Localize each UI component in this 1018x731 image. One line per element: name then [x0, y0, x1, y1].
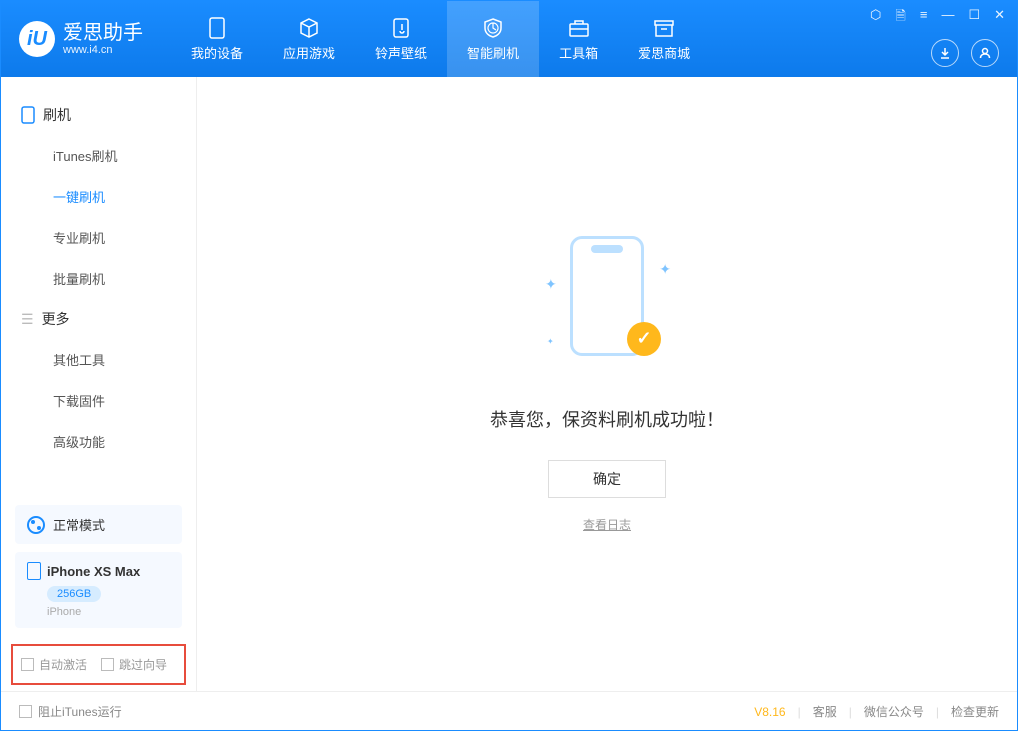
tab-label: 铃声壁纸 [375, 43, 427, 62]
checkbox-icon [19, 705, 32, 718]
menu-icon[interactable]: ≡ [920, 7, 928, 29]
shield-icon [482, 17, 504, 39]
tab-smart-flash[interactable]: 智能刷机 [447, 1, 539, 77]
success-illustration: ✦ ✦ ✦ ✦ ✓ [547, 236, 667, 376]
toolbox-icon [568, 17, 590, 39]
store-icon [653, 17, 675, 39]
user-icon[interactable] [971, 39, 999, 67]
sidebar-section-flash: 刷机 [1, 95, 196, 135]
ok-button[interactable]: 确定 [548, 460, 666, 498]
checkbox-row-highlighted: 自动激活 跳过向导 [11, 644, 186, 685]
device-storage: 256GB [47, 586, 101, 602]
customer-service-link[interactable]: 客服 [813, 703, 837, 720]
sparkle-icon: ✦ [545, 276, 557, 293]
phone-icon [21, 106, 35, 124]
cube-icon [298, 17, 320, 39]
device-icon [206, 17, 228, 39]
sparkle-icon: ✦ [659, 261, 671, 278]
auto-activate-checkbox[interactable]: 自动激活 [21, 656, 87, 673]
device-mode-card[interactable]: 正常模式 [15, 505, 182, 544]
tab-toolbox[interactable]: 工具箱 [539, 1, 618, 77]
header: iU 爱思助手 www.i4.cn 我的设备 应用游戏 铃声壁纸 智能刷机 工具… [1, 1, 1017, 77]
sidebar-item-download-firmware[interactable]: 下载固件 [1, 380, 196, 421]
main-tabs: 我的设备 应用游戏 铃声壁纸 智能刷机 工具箱 爱思商城 [171, 1, 710, 77]
success-message: 恭喜您，保资料刷机成功啦！ [490, 406, 724, 432]
footer: 阻止iTunes运行 V8.16 | 客服 | 微信公众号 | 检查更新 [1, 691, 1017, 731]
wechat-link[interactable]: 微信公众号 [864, 703, 924, 720]
sidebar-item-itunes-flash[interactable]: iTunes刷机 [1, 135, 196, 176]
device-info-card[interactable]: iPhone XS Max 256GB iPhone [15, 552, 182, 628]
tab-my-device[interactable]: 我的设备 [171, 1, 263, 77]
section-title: 更多 [42, 309, 70, 329]
sidebar: 刷机 iTunes刷机 一键刷机 专业刷机 批量刷机 ☰ 更多 其他工具 下载固… [1, 77, 197, 691]
tab-ringtones[interactable]: 铃声壁纸 [355, 1, 447, 77]
sidebar-item-oneclick-flash[interactable]: 一键刷机 [1, 176, 196, 217]
window-controls: ⬡ 🗎 ≡ — ☐ ✕ [870, 7, 1005, 29]
block-itunes-checkbox[interactable]: 阻止iTunes运行 [19, 703, 122, 720]
close-icon[interactable]: ✕ [994, 7, 1005, 29]
tab-label: 工具箱 [559, 43, 598, 62]
main-content: ✦ ✦ ✦ ✦ ✓ 恭喜您，保资料刷机成功啦！ 确定 查看日志 [197, 77, 1017, 691]
section-title: 刷机 [43, 105, 71, 125]
tab-store[interactable]: 爱思商城 [618, 1, 710, 77]
tab-label: 智能刷机 [467, 43, 519, 62]
device-type: iPhone [47, 606, 170, 618]
device-mode: 正常模式 [53, 515, 105, 534]
check-badge-icon: ✓ [627, 322, 661, 356]
checkbox-label: 跳过向导 [119, 656, 167, 673]
logo[interactable]: iU 爱思助手 www.i4.cn [1, 21, 161, 57]
header-right [931, 39, 999, 67]
tab-label: 我的设备 [191, 43, 243, 62]
app-title: 爱思助手 [63, 22, 143, 44]
tab-label: 应用游戏 [283, 43, 335, 62]
device-name: iPhone XS Max [47, 564, 140, 579]
mode-icon [27, 516, 45, 534]
sidebar-section-more: ☰ 更多 [1, 299, 196, 339]
music-icon [390, 17, 412, 39]
download-icon[interactable] [931, 39, 959, 67]
sidebar-item-batch-flash[interactable]: 批量刷机 [1, 258, 196, 299]
checkbox-icon [21, 658, 34, 671]
check-update-link[interactable]: 检查更新 [951, 703, 999, 720]
checkbox-icon [101, 658, 114, 671]
checkbox-label: 阻止iTunes运行 [38, 703, 122, 720]
view-log-link[interactable]: 查看日志 [583, 516, 631, 533]
minimize-icon[interactable]: — [941, 7, 954, 29]
maximize-icon[interactable]: ☐ [968, 7, 980, 29]
logo-icon: iU [19, 21, 55, 57]
shirt-icon[interactable]: ⬡ [870, 7, 881, 29]
skip-guide-checkbox[interactable]: 跳过向导 [101, 656, 167, 673]
list-icon: ☰ [21, 311, 34, 328]
note-icon[interactable]: 🗎 [895, 7, 905, 29]
app-url: www.i4.cn [63, 44, 143, 56]
phone-icon [27, 562, 41, 580]
sidebar-item-other-tools[interactable]: 其他工具 [1, 339, 196, 380]
sidebar-item-advanced[interactable]: 高级功能 [1, 421, 196, 462]
sidebar-item-pro-flash[interactable]: 专业刷机 [1, 217, 196, 258]
version-label: V8.16 [754, 705, 785, 719]
tab-label: 爱思商城 [638, 43, 690, 62]
sparkle-icon: ✦ [547, 337, 554, 346]
checkbox-label: 自动激活 [39, 656, 87, 673]
tab-apps-games[interactable]: 应用游戏 [263, 1, 355, 77]
